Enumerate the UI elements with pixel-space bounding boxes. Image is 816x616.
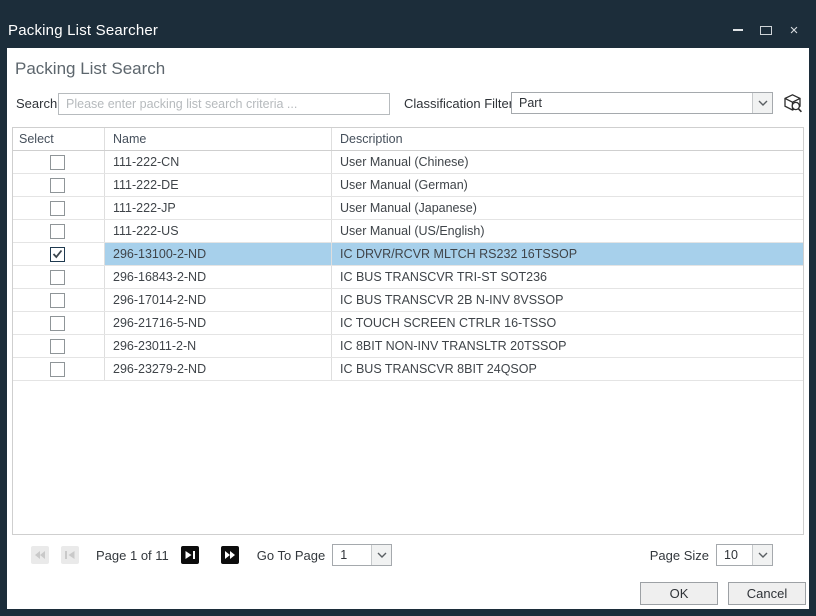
row-select-cell (13, 151, 105, 173)
go-to-page-label: Go To Page (257, 548, 325, 563)
row-name: 296-16843-2-ND (105, 266, 332, 288)
window-title: Packing List Searcher (8, 22, 158, 39)
row-description: User Manual (Japanese) (332, 197, 803, 219)
previous-page-button[interactable] (61, 546, 79, 564)
row-checkbox[interactable] (50, 270, 65, 285)
row-checkbox[interactable] (50, 293, 65, 308)
row-select-cell (13, 266, 105, 288)
window-controls: × (728, 20, 804, 40)
minimize-button[interactable] (728, 20, 748, 40)
last-page-button[interactable] (221, 546, 239, 564)
chevron-down-icon[interactable] (752, 93, 772, 113)
row-checkbox[interactable] (50, 178, 65, 193)
classification-filter-select[interactable]: Part (511, 92, 773, 114)
cube-search-icon (782, 93, 803, 114)
packing-list-searcher-window: Packing List Searcher × Packing List Sea… (0, 0, 816, 616)
ok-button[interactable]: OK (640, 582, 718, 605)
classification-search-button[interactable] (780, 92, 804, 115)
table-row[interactable]: 296-16843-2-ND IC BUS TRANSCVR TRI-ST SO… (13, 266, 803, 289)
column-header-name[interactable]: Name (105, 128, 332, 150)
row-name: 111-222-CN (105, 151, 332, 173)
go-to-page-value: 1 (333, 548, 371, 562)
row-checkbox[interactable] (50, 201, 65, 216)
row-checkbox[interactable] (50, 224, 65, 239)
table-row[interactable]: 296-21716-5-ND IC TOUCH SCREEN CTRLR 16-… (13, 312, 803, 335)
titlebar: Packing List Searcher × (0, 0, 816, 48)
table-row[interactable]: 111-222-JP User Manual (Japanese) (13, 197, 803, 220)
table-row[interactable]: 296-23011-2-N IC 8BIT NON-INV TRANSLTR 2… (13, 335, 803, 358)
row-select-cell (13, 243, 105, 265)
row-name: 296-23011-2-N (105, 335, 332, 357)
row-description: IC BUS TRANSCVR TRI-ST SOT236 (332, 266, 803, 288)
table-row[interactable]: 296-23279-2-ND IC BUS TRANSCVR 8BIT 24QS… (13, 358, 803, 381)
row-select-cell (13, 312, 105, 334)
go-to-page-select[interactable]: 1 (332, 544, 392, 566)
table-row[interactable]: 296-17014-2-ND IC BUS TRANSCVR 2B N-INV … (13, 289, 803, 312)
table-row[interactable]: 296-13100-2-ND IC DRVR/RCVR MLTCH RS232 … (13, 243, 803, 266)
row-select-cell (13, 289, 105, 311)
table-row[interactable]: 111-222-CN User Manual (Chinese) (13, 151, 803, 174)
search-label: Search (16, 96, 57, 111)
table-row[interactable]: 111-222-US User Manual (US/English) (13, 220, 803, 243)
row-description: User Manual (Chinese) (332, 151, 803, 173)
row-name: 111-222-US (105, 220, 332, 242)
row-description: User Manual (US/English) (332, 220, 803, 242)
next-page-button[interactable] (181, 546, 199, 564)
page-title: Packing List Search (15, 59, 165, 79)
row-select-cell (13, 358, 105, 380)
maximize-icon (760, 26, 772, 35)
row-select-cell (13, 197, 105, 219)
row-select-cell (13, 335, 105, 357)
table-row[interactable]: 111-222-DE User Manual (German) (13, 174, 803, 197)
row-name: 296-13100-2-ND (105, 243, 332, 265)
column-header-select[interactable]: Select (13, 128, 105, 150)
maximize-button[interactable] (756, 20, 776, 40)
check-icon (52, 249, 63, 259)
page-status: Page 1 of 11 (96, 548, 169, 563)
row-checkbox[interactable] (50, 339, 65, 354)
last-page-icon (225, 551, 235, 559)
classification-filter-label: Classification Filter: (404, 96, 517, 111)
minimize-icon (733, 29, 743, 31)
row-description: User Manual (German) (332, 174, 803, 196)
row-description: IC BUS TRANSCVR 8BIT 24QSOP (332, 358, 803, 380)
row-name: 111-222-DE (105, 174, 332, 196)
cancel-button[interactable]: Cancel (728, 582, 806, 605)
row-checkbox[interactable] (50, 362, 65, 377)
column-header-description[interactable]: Description (332, 128, 803, 150)
previous-page-icon (65, 551, 75, 559)
row-select-cell (13, 220, 105, 242)
row-description: IC BUS TRANSCVR 2B N-INV 8VSSOP (332, 289, 803, 311)
pager: Page 1 of 11 Go To Page 1 Page Size 10 (7, 543, 809, 567)
row-checkbox[interactable] (50, 247, 65, 262)
close-button[interactable]: × (784, 20, 804, 40)
chevron-down-icon[interactable] (371, 545, 391, 565)
next-page-icon (185, 551, 195, 559)
search-input[interactable] (58, 93, 390, 115)
row-description: IC 8BIT NON-INV TRANSLTR 20TSSOP (332, 335, 803, 357)
first-page-icon (35, 551, 45, 559)
row-name: 296-23279-2-ND (105, 358, 332, 380)
page-size-label: Page Size (650, 548, 709, 563)
close-icon: × (790, 23, 799, 38)
first-page-button[interactable] (31, 546, 49, 564)
row-name: 111-222-JP (105, 197, 332, 219)
page-size-group: Page Size 10 (650, 543, 773, 567)
row-checkbox[interactable] (50, 155, 65, 170)
row-description: IC TOUCH SCREEN CTRLR 16-TSSO (332, 312, 803, 334)
row-checkbox[interactable] (50, 316, 65, 331)
packing-list-table: Select Name Description 111-222-CN User … (12, 127, 804, 535)
table-header-row: Select Name Description (13, 128, 803, 151)
row-select-cell (13, 174, 105, 196)
classification-filter-value: Part (512, 96, 752, 110)
row-description: IC DRVR/RCVR MLTCH RS232 16TSSOP (332, 243, 803, 265)
chevron-down-icon[interactable] (752, 545, 772, 565)
row-name: 296-17014-2-ND (105, 289, 332, 311)
table-body: 111-222-CN User Manual (Chinese) 111-222… (13, 151, 803, 381)
search-toolbar: Search Classification Filter: Part (7, 92, 809, 116)
page-size-value: 10 (717, 548, 752, 562)
dialog-content: Packing List Search Search Classificatio… (7, 48, 809, 609)
row-name: 296-21716-5-ND (105, 312, 332, 334)
page-size-select[interactable]: 10 (716, 544, 773, 566)
